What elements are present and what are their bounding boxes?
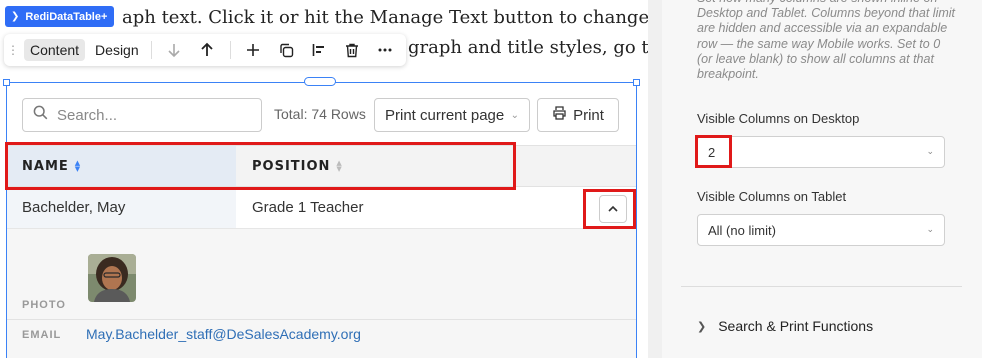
photo-label: PHOTO [22,299,66,311]
search-icon [23,105,57,125]
more-icon[interactable] [369,34,402,66]
toolbar-divider [150,41,152,59]
cell-name: Bachelder, May [7,187,236,228]
column-header-label: NAME [22,158,69,174]
column-header-label: POSITION [252,158,331,174]
trash-icon[interactable] [336,34,369,66]
align-left-icon[interactable] [303,34,336,66]
tablet-columns-label: Visible Columns on Tablet [697,189,847,204]
detail-divider [7,319,636,320]
tab-content[interactable]: Content [24,39,86,61]
cell-position: Grade 1 Teacher [252,199,364,216]
section-title: Search & Print Functions [718,318,874,334]
duplicate-icon[interactable] [270,34,303,66]
print-button-label: Print [573,106,604,124]
resize-handle-top[interactable] [304,77,336,86]
printer-icon [552,106,567,124]
tab-design[interactable]: Design [89,39,145,61]
plus-icon[interactable] [237,34,270,66]
table-header: NAME ▲ ▼ POSITION ▲ ▼ [7,145,636,187]
resize-handle-left[interactable] [3,79,10,86]
panel-divider [681,286,962,287]
desktop-columns-label: Visible Columns on Desktop [697,111,860,126]
print-scope-value: Print current page [385,106,505,124]
paragraph-line-1: aph text. Click it or hit the Manage Tex… [122,7,648,28]
panel-gutter [648,0,662,358]
table-row[interactable]: Bachelder, May Grade 1 Teacher [7,187,636,229]
print-button[interactable]: Print [537,98,619,132]
column-header-position[interactable]: POSITION ▲ ▼ [236,146,343,186]
tablet-columns-select[interactable]: All (no limit) ⌄ [697,214,945,246]
chevron-right-icon: ❯ [11,11,20,22]
widget-tag-label: RediDataTable+ [25,10,108,23]
paragraph-line-2: graph and title styles, go to S [408,37,648,58]
desktop-columns-value: 2 [708,144,716,160]
chevron-up-icon [608,203,618,215]
editor-canvas: aph text. Click it or hit the Manage Tex… [0,0,648,358]
sort-icon: ▲ ▼ [74,159,82,173]
chevron-down-icon: ⌄ [926,224,934,234]
collapse-row-button[interactable] [599,195,627,223]
arrow-up-icon[interactable] [191,34,224,66]
column-header-name[interactable]: NAME ▲ ▼ [7,146,236,186]
chevron-down-icon: ⌄ [510,109,519,121]
tablet-columns-value: All (no limit) [708,222,776,238]
chevron-down-icon: ⌄ [926,146,934,156]
avatar [88,254,136,302]
print-scope-select[interactable]: Print current page ⌄ [374,98,530,132]
total-rows: Total: 74 Rows [274,106,366,122]
widget-toolbar: ⋮ Content Design [4,34,406,66]
section-search-print[interactable]: ❯ Search & Print Functions [697,318,873,334]
sort-icon: ▲ ▼ [336,159,343,173]
drag-handle-icon[interactable]: ⋮ [6,44,20,56]
arrow-down-icon[interactable] [158,34,191,66]
widget-tag[interactable]: ❯ RediDataTable+ [5,6,115,27]
email-link[interactable]: May.Bachelder_staff@DeSalesAcademy.org [86,326,361,342]
help-text: Set how many columns are shown inline on… [697,0,956,82]
desktop-columns-select[interactable]: 2 ⌄ [697,136,945,168]
search-input[interactable] [57,106,247,124]
chevron-right-icon: ❯ [697,320,707,333]
resize-handle-right[interactable] [633,79,640,86]
email-label: EMAIL [22,329,62,341]
search-input-wrapper[interactable] [22,98,262,132]
toolbar-divider [229,41,231,59]
